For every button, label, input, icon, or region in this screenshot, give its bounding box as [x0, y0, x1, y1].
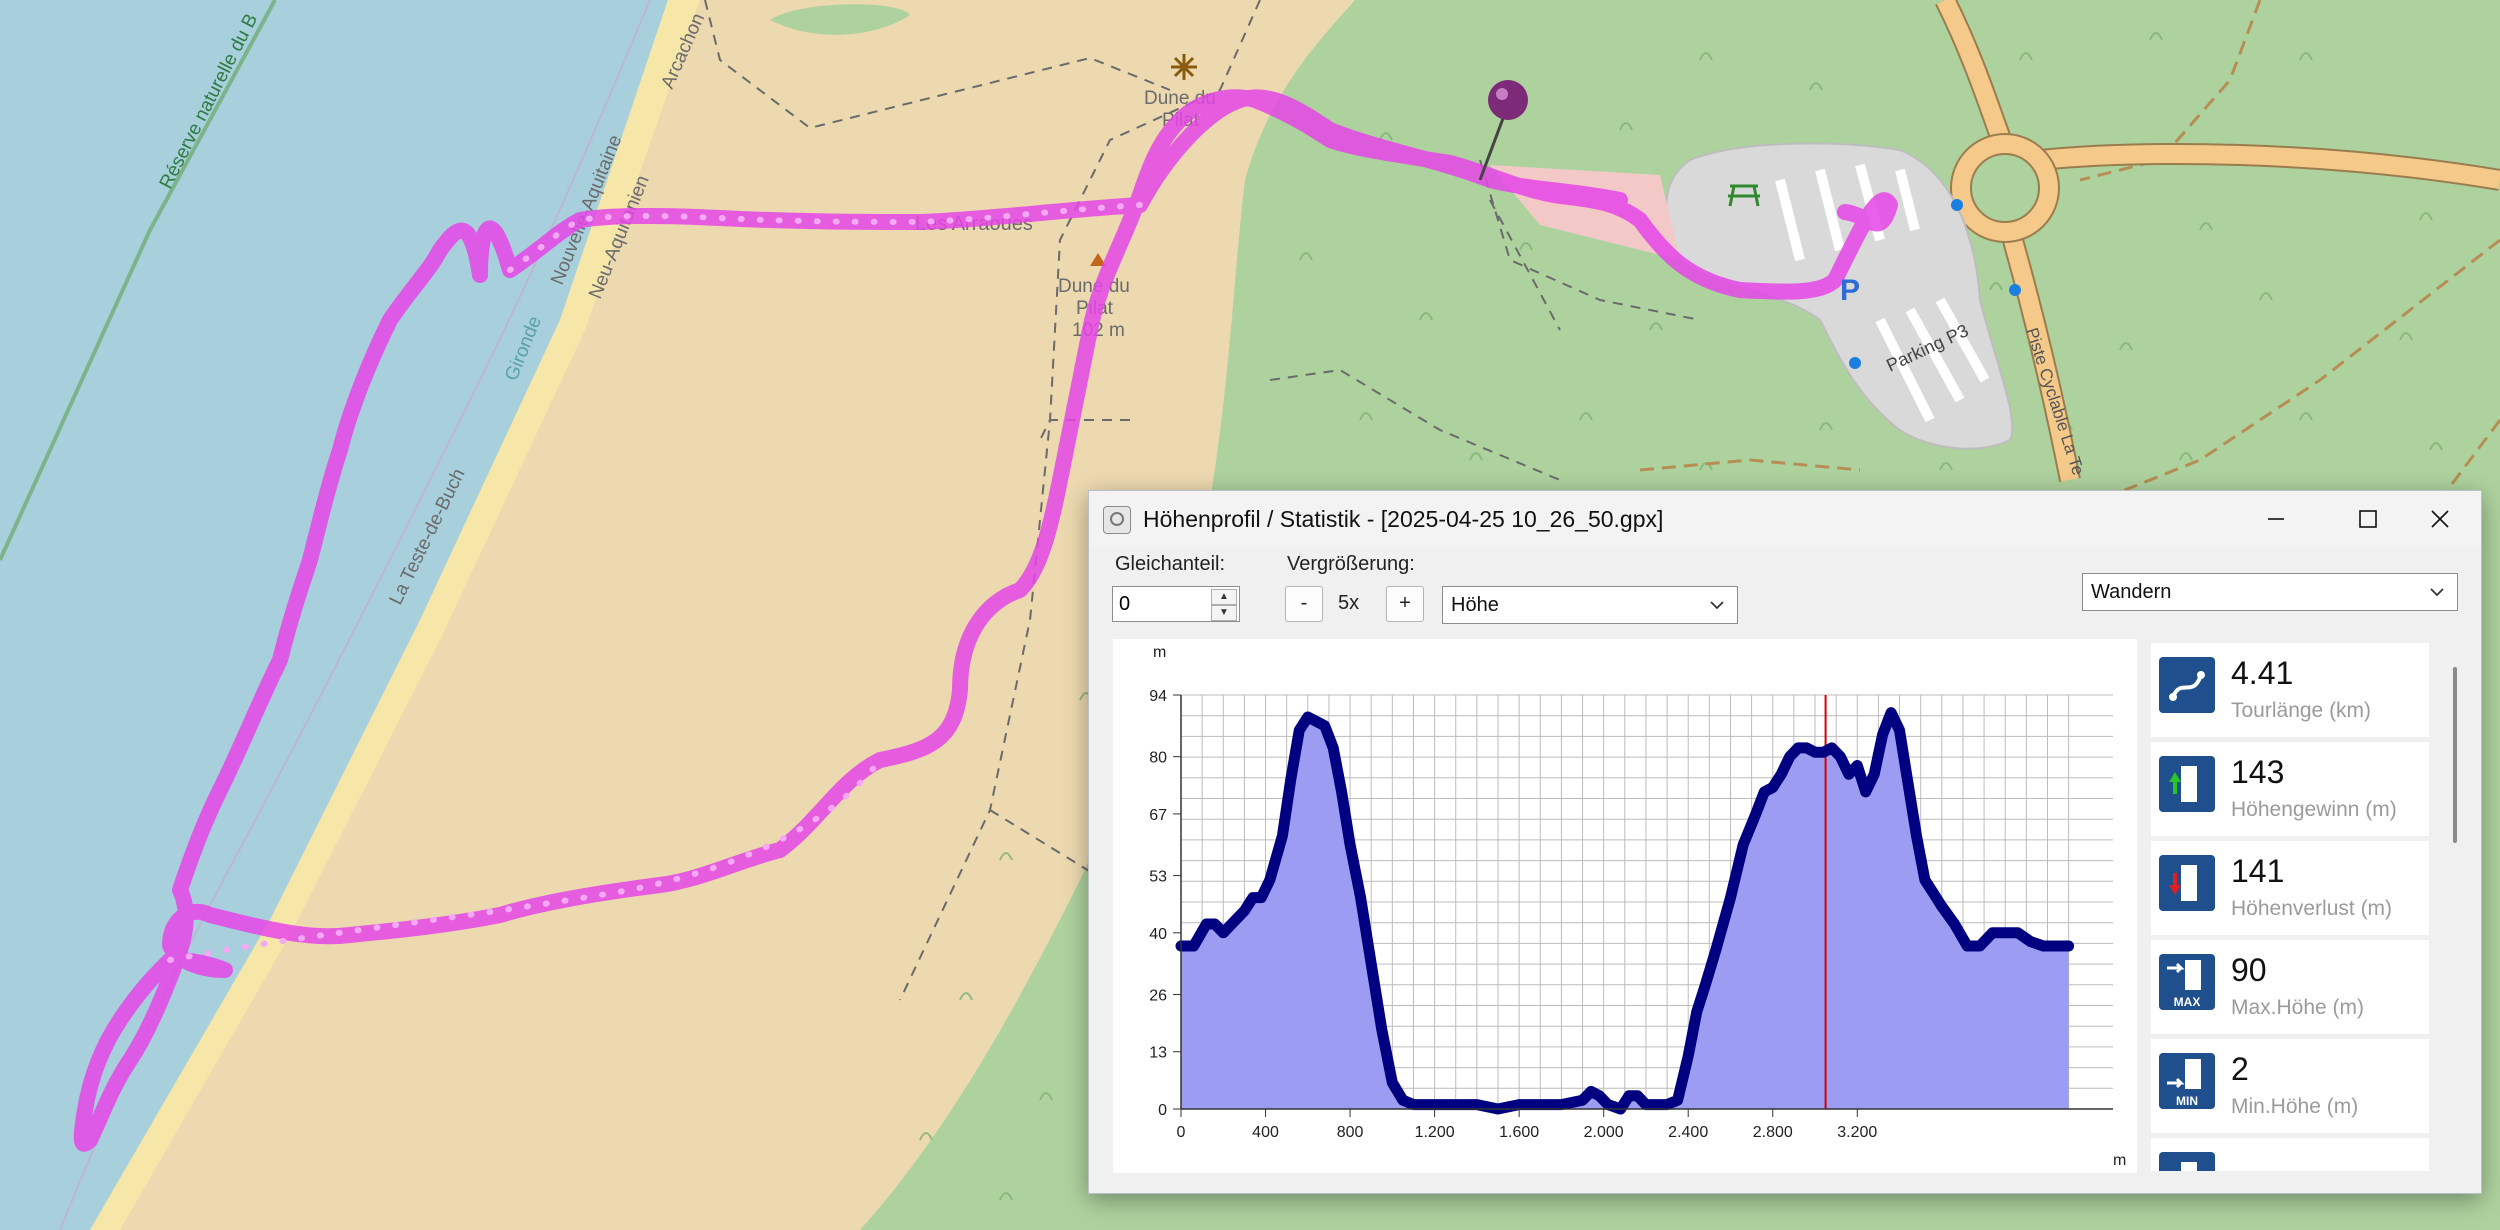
pin-highlight	[1496, 88, 1508, 100]
stat-value: 141	[2231, 853, 2285, 889]
x-tick-label: 400	[1252, 1124, 1279, 1141]
gleichanteil-input[interactable]	[1117, 590, 1209, 618]
x-tick-label: 2.000	[1584, 1124, 1624, 1141]
y-axis-unit: m	[1153, 644, 1166, 661]
x-tick-label: 2.800	[1753, 1124, 1793, 1141]
parking-marker-1	[1951, 199, 1963, 211]
stat-value: 90	[2231, 952, 2267, 988]
window-title: Höhenprofil / Statistik - [2025-04-25 10…	[1143, 506, 1664, 532]
stat-caption: Max.Höhe (m)	[2231, 996, 2365, 1019]
maximize-icon	[2359, 510, 2377, 528]
stat-caption: Tourlänge (km)	[2231, 699, 2372, 722]
window-titlebar[interactable]: Höhenprofil / Statistik - [2025-04-25 10…	[1089, 491, 2481, 547]
y-tick-label: 67	[1149, 807, 1167, 824]
zoom-value: 5x	[1338, 592, 1360, 614]
maximize-button[interactable]	[2333, 497, 2403, 541]
elevation-chart-svg: m m 94 80 67 53 40 26 13 00 400 800 1.200 1.600 2.00…	[1149, 644, 2126, 1169]
stat-caption: Min.Höhe (m)	[2231, 1095, 2359, 1118]
profile-type-value: Höhe	[1451, 594, 1499, 616]
close-button[interactable]	[2405, 497, 2475, 541]
elevation-loss-icon	[2159, 855, 2215, 911]
x-tick-label: 0	[1177, 1124, 1186, 1141]
y-tick-label: 94	[1149, 688, 1167, 705]
y-tick-label: 0	[1158, 1102, 1167, 1119]
stat-card	[2151, 1138, 2429, 1171]
profile-type-select[interactable]: Höhe	[1442, 586, 1738, 624]
min-height-icon: MIN	[2159, 1053, 2215, 1109]
stat-card: 4.41 Tourlänge (km)	[2151, 643, 2429, 737]
parking-symbol: P	[1840, 274, 1860, 307]
stat-card: 141 Höhenverlust (m)	[2151, 841, 2429, 935]
zoom-in-button[interactable]: +	[1386, 586, 1424, 622]
x-tick-label: 2.400	[1668, 1124, 1708, 1141]
spinner-arrows[interactable]: ▲ ▼	[1211, 589, 1237, 621]
y-tick-label: 26	[1149, 987, 1167, 1004]
gleichanteil-spinner[interactable]: ▲ ▼	[1112, 586, 1240, 622]
max-height-icon: MAX	[2159, 954, 2215, 1010]
stat-caption: Höhengewinn (m)	[2231, 798, 2397, 821]
stat-card: 143 Höhengewinn (m)	[2151, 742, 2429, 836]
y-tick-label: 13	[1149, 1045, 1167, 1062]
minimize-button[interactable]	[2241, 497, 2311, 541]
parking-marker-3	[1849, 357, 1861, 369]
icon-badge: MIN	[2176, 1094, 2198, 1108]
stat-value: 4.41	[2231, 655, 2294, 691]
activity-select[interactable]: Wandern	[2082, 573, 2458, 611]
elevation-profile-window: Höhenprofil / Statistik - [2025-04-25 10…	[1088, 490, 2482, 1194]
stat-caption: Höhenverlust (m)	[2231, 897, 2393, 920]
app-icon	[1103, 506, 1131, 534]
x-tick-label: 3.200	[1837, 1124, 1877, 1141]
stat-value: 143	[2231, 754, 2285, 790]
duration-icon	[2159, 1152, 2215, 1171]
x-tick-label: 1.200	[1415, 1124, 1455, 1141]
zoom-label: Vergrößerung:	[1287, 553, 1415, 575]
y-tick-label: 53	[1149, 869, 1167, 886]
minimize-icon	[2268, 518, 2284, 520]
icon-badge: MAX	[2174, 995, 2201, 1009]
stats-scrollbar-thumb[interactable]	[2453, 667, 2457, 843]
stat-card: MIN 2 Min.Höhe (m)	[2151, 1039, 2429, 1133]
parking-marker-2	[2009, 284, 2021, 296]
y-tick-label: 80	[1149, 750, 1167, 767]
stat-value: 2	[2231, 1051, 2249, 1087]
x-tick-label: 800	[1337, 1124, 1364, 1141]
stat-card: MAX 90 Max.Höhe (m)	[2151, 940, 2429, 1034]
pin-marker-icon[interactable]	[1488, 80, 1528, 120]
zoom-out-button[interactable]: -	[1285, 586, 1323, 622]
chevron-down-icon	[2430, 588, 2444, 597]
gleichanteil-label: Gleichanteil:	[1115, 553, 1226, 575]
y-tick-label: 40	[1149, 926, 1167, 943]
stats-scrollbar[interactable]	[2449, 653, 2461, 1163]
tour-length-icon	[2159, 657, 2215, 713]
elevation-gain-icon	[2159, 756, 2215, 812]
statistics-panel: 4.41 Tourlänge (km) 143 Höhengewinn (m) 141 H…	[2151, 643, 2469, 1171]
spinner-up-icon[interactable]: ▲	[1211, 589, 1237, 605]
chevron-down-icon	[1710, 601, 1724, 610]
activity-value: Wandern	[2091, 581, 2172, 603]
close-icon	[2431, 510, 2449, 528]
spinner-down-icon[interactable]: ▼	[1211, 605, 1237, 621]
x-axis-unit: m	[2113, 1152, 2126, 1169]
elevation-chart[interactable]: m m 94 80 67 53 40 26 13 0 0 400 800 1.200 1.600 2.00…	[1113, 639, 2137, 1173]
x-tick-label: 1.600	[1499, 1124, 1539, 1141]
